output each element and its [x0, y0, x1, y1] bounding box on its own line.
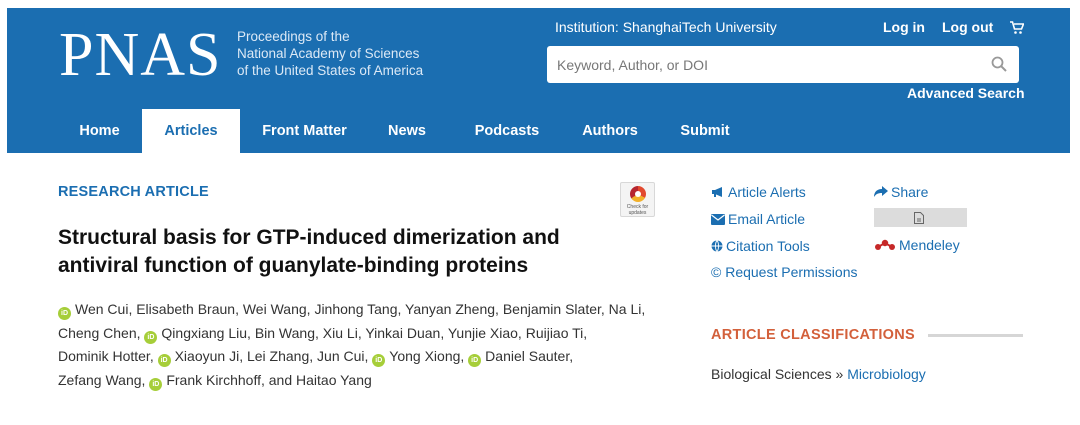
author-name[interactable]: Haitao Yang: [296, 372, 372, 388]
author-name[interactable]: Zefang Wang: [58, 372, 142, 388]
mendeley-icon: [875, 239, 895, 250]
nav-news[interactable]: News: [377, 109, 437, 153]
author-name[interactable]: Jun Cui: [317, 348, 364, 364]
author-list: iD Wen Cui, Elisabeth Braun, Wei Wang, Ji…: [58, 298, 648, 392]
author-name[interactable]: Xiaoyun Ji: [175, 348, 240, 364]
email-article-link[interactable]: Email Article: [711, 211, 805, 227]
classification-primary: Biological Sciences: [711, 366, 832, 382]
nav-submit[interactable]: Submit: [670, 109, 740, 153]
author-name[interactable]: Dominik Hotter: [58, 348, 150, 364]
nav-home[interactable]: Home: [62, 109, 137, 153]
mendeley-label: Mendeley: [899, 237, 960, 253]
author-name[interactable]: Frank Kirchhoff: [166, 372, 261, 388]
nav-articles[interactable]: Articles: [142, 109, 240, 153]
citation-tools-link[interactable]: Citation Tools: [711, 238, 810, 254]
globe-icon: [711, 240, 723, 252]
cart-icon[interactable]: [1010, 21, 1024, 35]
site-header: PNAS Proceedings of the National Academy…: [7, 8, 1070, 153]
login-link[interactable]: Log in: [883, 19, 925, 35]
author-name[interactable]: Lei Zhang: [247, 348, 309, 364]
tagline-line: National Academy of Sciences: [237, 46, 420, 61]
title-line: Structural basis for GTP-induced dimeriz…: [58, 226, 560, 249]
orcid-icon[interactable]: iD: [372, 354, 386, 367]
search-icon[interactable]: [991, 56, 1007, 72]
classification-microbiology-link[interactable]: Microbiology: [847, 366, 926, 382]
author-name[interactable]: Yinkai Duan: [365, 325, 440, 341]
share-label: Share: [891, 184, 929, 200]
article-title: Structural basis for GTP-induced dimeriz…: [58, 224, 618, 280]
title-line: antiviral function of guanylate-binding …: [58, 254, 529, 277]
author-name[interactable]: Elisabeth Braun: [136, 301, 235, 317]
orcid-icon[interactable]: iD: [157, 354, 171, 367]
search-input[interactable]: [557, 46, 977, 83]
author-name[interactable]: Yong Xiong: [389, 348, 460, 364]
author-name[interactable]: Wei Wang: [243, 301, 307, 317]
article-alerts-link[interactable]: Article Alerts: [711, 184, 806, 200]
citation-tools-label: Citation Tools: [726, 238, 810, 254]
pnas-logo[interactable]: PNAS: [59, 24, 222, 86]
article-type-label: RESEARCH ARTICLE: [58, 184, 209, 200]
author-name[interactable]: Yunjie Xiao: [448, 325, 518, 341]
article-alerts-label: Article Alerts: [728, 184, 806, 200]
orcid-icon[interactable]: iD: [149, 377, 163, 391]
author-name[interactable]: Bin Wang: [255, 325, 315, 341]
check-badge-label: Check for updates: [626, 204, 649, 216]
crossmark-icon: [630, 186, 646, 202]
email-article-label: Email Article: [728, 211, 806, 227]
mendeley-link[interactable]: Mendeley: [874, 237, 960, 253]
nav-podcasts[interactable]: Podcasts: [462, 109, 552, 153]
article-classifications-heading: ARTICLE CLASSIFICATIONS: [711, 327, 915, 343]
nav-front-matter[interactable]: Front Matter: [247, 109, 362, 153]
main-nav: Home Articles Front Matter News Podcasts…: [7, 109, 1070, 153]
heading-divider: [928, 334, 1023, 337]
journal-tagline: Proceedings of the National Academy of S…: [237, 28, 423, 79]
request-permissions-link[interactable]: © Request Permissions: [711, 264, 857, 280]
author-name[interactable]: Benjamin Slater: [503, 301, 601, 317]
author-name[interactable]: Cheng Chen: [58, 325, 137, 341]
nav-authors[interactable]: Authors: [570, 109, 650, 153]
logout-link[interactable]: Log out: [942, 19, 993, 35]
author-name[interactable]: Wen Cui: [75, 301, 128, 317]
classification-separator: »: [831, 366, 848, 382]
author-name[interactable]: Ruijiao Ti: [526, 325, 584, 341]
author-name[interactable]: Yanyan Zheng: [405, 301, 495, 317]
author-name[interactable]: Na Li: [609, 301, 642, 317]
pdf-file-icon: [914, 212, 924, 224]
author-name[interactable]: Qingxiang Liu: [161, 325, 247, 341]
envelope-icon: [711, 214, 725, 225]
share-link[interactable]: Share: [874, 184, 928, 200]
author-name[interactable]: Daniel Sauter: [485, 348, 569, 364]
orcid-icon[interactable]: iD: [144, 330, 158, 344]
orcid-icon[interactable]: iD: [468, 354, 482, 367]
advanced-search-link[interactable]: Advanced Search: [907, 85, 1025, 101]
orcid-icon[interactable]: iD: [58, 307, 71, 320]
tagline-line: Proceedings of the: [237, 29, 350, 44]
pdf-download-button[interactable]: [874, 208, 967, 227]
megaphone-icon: [712, 187, 722, 197]
author-name[interactable]: Jinhong Tang: [314, 301, 397, 317]
tagline-line: of the United States of America: [237, 63, 424, 78]
classification-row: Biological Sciences » Microbiology: [711, 366, 926, 382]
author-name[interactable]: Xiu Li: [323, 325, 358, 341]
institution-label: Institution: ShanghaiTech University: [555, 19, 777, 35]
share-arrow-icon: [874, 186, 888, 197]
check-for-updates-badge[interactable]: Check for updates: [620, 182, 655, 217]
search-box: [547, 46, 1019, 83]
